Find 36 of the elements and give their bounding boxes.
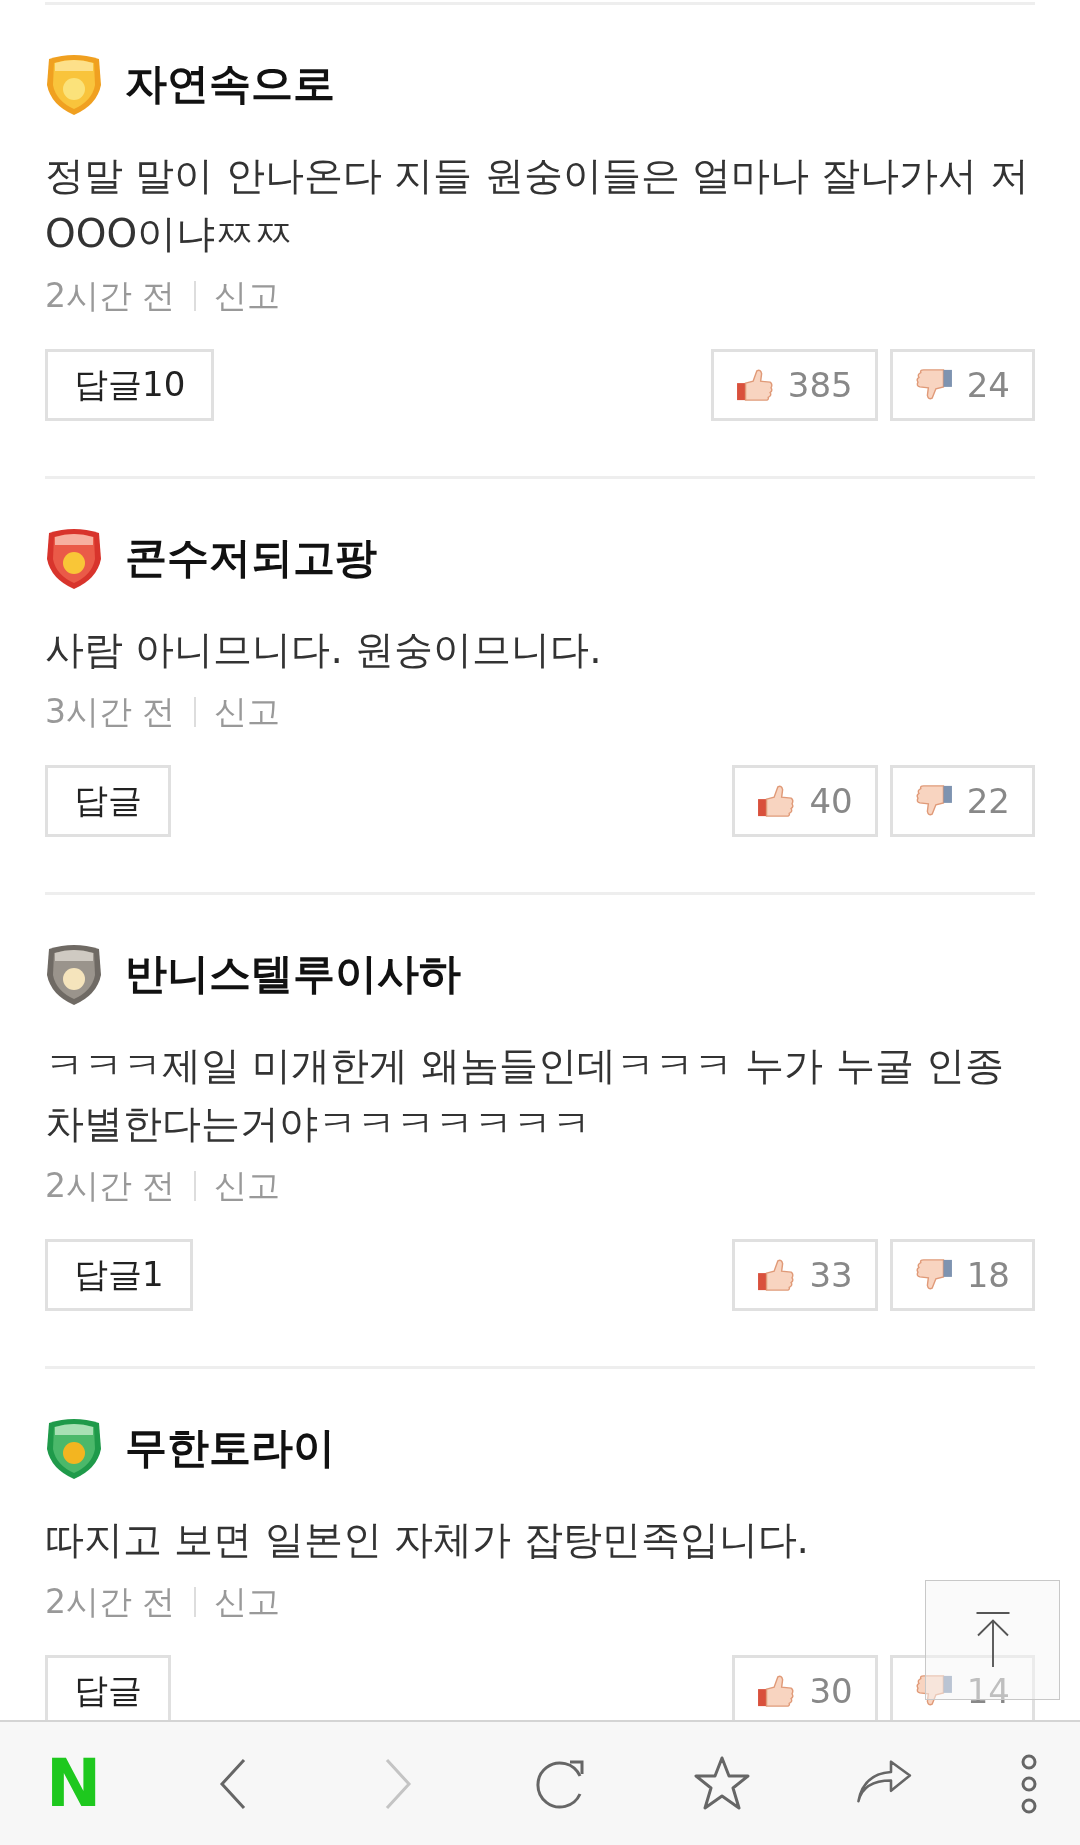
like-button[interactable]: 385 — [710, 349, 878, 421]
timestamp: 2시간 전 — [45, 1581, 176, 1623]
like-button[interactable]: 40 — [732, 765, 878, 837]
report-link[interactable]: 신고 — [213, 1163, 280, 1209]
thumbs-up-icon — [757, 784, 796, 818]
comment-text: 사람 아니므니다. 원숭이므니다. — [45, 626, 603, 674]
dislike-button[interactable]: 18 — [889, 1239, 1035, 1311]
thumbs-up-icon — [735, 368, 774, 402]
logo[interactable]: N — [46, 1750, 102, 1817]
like-button[interactable]: 33 — [732, 1239, 878, 1311]
dislike-button[interactable]: 24 — [889, 349, 1035, 421]
thumbs-up-icon — [757, 1674, 796, 1708]
comment-text: 따지고 보면 일본인 자체가 잡탕민족입니다. — [45, 1516, 810, 1564]
reply-button[interactable]: 답글10 — [45, 349, 215, 421]
author-name[interactable]: 자연속으로 — [125, 56, 335, 112]
reply-button[interactable]: 답글1 — [45, 1239, 193, 1311]
comment-text: 정말 말이 안나온다 지들 원숭이들은 얼마나 잘나가서 저 OOO이냐ㅉㅉ — [45, 152, 1030, 258]
thumbs-up-icon — [757, 1258, 796, 1292]
author-name[interactable]: 콘수저되고팡 — [125, 530, 377, 586]
timestamp: 3시간 전 — [45, 691, 176, 733]
comment-text: ㅋㅋㅋ제일 미개한게 왜놈들인데ㅋㅋㅋ 누가 누굴 인종차별한다는거야ㅋㅋㅋㅋㅋㅋㅋ — [45, 1042, 1005, 1148]
like-button[interactable]: 30 — [732, 1655, 878, 1720]
thumbs-down-icon — [914, 1674, 953, 1708]
thumbs-down-icon — [914, 368, 953, 402]
report-link[interactable]: 신고 — [213, 1579, 280, 1625]
timestamp: 2시간 전 — [45, 275, 176, 317]
report-link[interactable]: 신고 — [213, 689, 280, 735]
thumbs-down-icon — [914, 1258, 953, 1292]
report-link[interactable]: 신고 — [213, 273, 280, 319]
timestamp: 2시간 전 — [45, 1165, 176, 1207]
thumbs-down-icon — [914, 784, 953, 818]
reply-button[interactable]: 답글 — [45, 765, 171, 837]
reply-button[interactable]: 답글 — [45, 1655, 171, 1720]
author-name[interactable]: 무한토라이 — [125, 1420, 335, 1476]
author-name[interactable]: 반니스텔루이사하 — [125, 946, 461, 1002]
dislike-button[interactable]: 22 — [889, 765, 1035, 837]
